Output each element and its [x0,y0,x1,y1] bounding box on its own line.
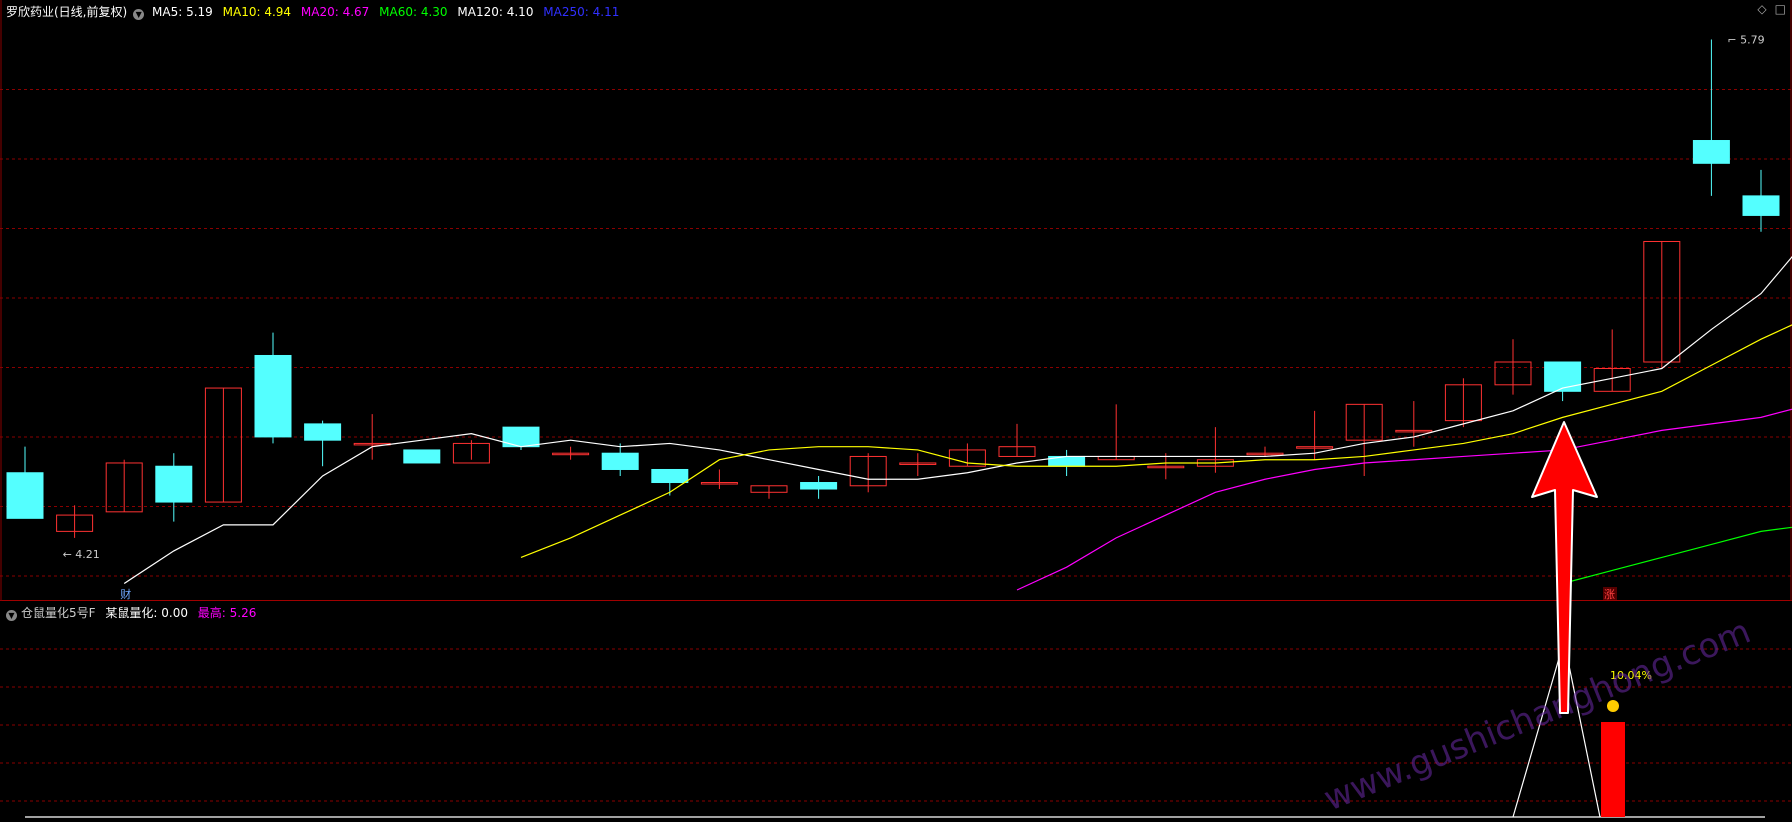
candle [452,440,490,464]
candle [1593,329,1631,392]
ma120-value: 4.10 [506,5,534,19]
indicator1-value: 0.00 [161,606,188,620]
candle [204,387,242,503]
candle [700,469,738,490]
candle-body [1544,361,1582,392]
candle-body [304,423,342,441]
chevron-down-icon[interactable]: ▼ [133,9,145,20]
candle-body [800,482,838,490]
candle [1246,446,1284,457]
price-chart-pane[interactable]: ⌐ 5.79 ← 4.21 财 涨 罗欣药业(日线,前复权) ▼ MA5: 5.19 M… [0,0,1792,601]
candle [750,485,788,499]
rise-marker: 涨 [1604,588,1615,601]
ma250-label: MA250: [543,5,589,19]
candle [1544,361,1582,402]
ma10-label: MA10: [222,5,261,19]
ma120-label: MA120: [457,5,503,19]
ma5-value: 5.19 [186,5,213,19]
watermark: www.gushichanghong.com [1318,611,1756,819]
signal-bar [1601,722,1625,817]
candle [849,453,887,493]
candle-body [601,452,639,470]
candle [1395,401,1433,447]
candle [1296,410,1334,460]
high-price-label: ⌐ 5.79 [1727,34,1764,47]
low-price-label: ← 4.21 [63,548,100,561]
main-title: 罗欣药业(日线,前复权) [6,5,128,19]
candle [1742,169,1780,232]
candle [304,420,342,467]
ma20-label: MA20: [300,5,339,19]
candle [601,443,639,476]
candle [1494,339,1532,395]
ma60-value: 4.30 [420,5,448,19]
square-icon[interactable]: □ [1775,2,1786,16]
candle [1444,378,1482,428]
corner-controls: ◇ □ [1749,2,1786,16]
ma10-line [520,324,1792,558]
candle [998,423,1036,457]
indicator1-label: 某鼠量化: [105,606,158,620]
finance-marker: 财 [120,587,131,601]
ma5-label: MA5: [152,5,183,19]
candle [1196,427,1234,473]
candlestick-chart[interactable]: ⌐ 5.79 ← 4.21 财 涨 [0,0,1792,601]
ma10-value: 4.94 [264,5,292,19]
candle-body [1692,140,1730,164]
candle [254,332,292,444]
candle-body [403,449,441,464]
candle-body [6,472,44,519]
candle-body [155,465,193,503]
indicator-chart[interactable]: 10.04%www.gushichanghong.com [0,601,1792,822]
indicator2-label: 最高: [197,606,226,620]
candle [1147,453,1185,480]
candle [899,453,937,476]
candle [800,476,838,499]
sub-title: 仓鼠量化5号F [21,606,96,620]
ma60-label: MA60: [379,5,418,19]
candle-body [651,468,689,484]
indicator2-value: 5.26 [229,606,257,620]
ma20-value: 4.67 [342,5,370,19]
ma5-line [123,256,1792,584]
ma60-line [1562,526,1792,585]
ma250-value: 4.11 [592,5,620,19]
candle [1048,449,1086,476]
candle [1692,39,1730,196]
candle [1345,403,1383,476]
candle [155,453,193,522]
candle-body [254,354,292,438]
candle [105,459,143,513]
candle [552,446,590,460]
diamond-icon[interactable]: ◇ [1757,2,1766,16]
indicator-pane[interactable]: 10.04% www.gushichanghong.com ▼ 仓鼠量化5号F 某鼠… [0,601,1792,822]
chevron-down-icon[interactable]: ▼ [6,610,17,621]
sub-legend: ▼ 仓鼠量化5号F 某鼠量化: 0.00 最高: 5.26 [6,605,262,621]
candle [6,446,44,519]
candle [403,449,441,464]
candle [1097,404,1135,461]
candle-body [1742,195,1780,216]
candle [1643,240,1681,369]
main-legend: 罗欣药业(日线,前复权) ▼ MA5: 5.19 MA10: 4.94 MA20:… [6,4,625,20]
candle [56,505,94,538]
